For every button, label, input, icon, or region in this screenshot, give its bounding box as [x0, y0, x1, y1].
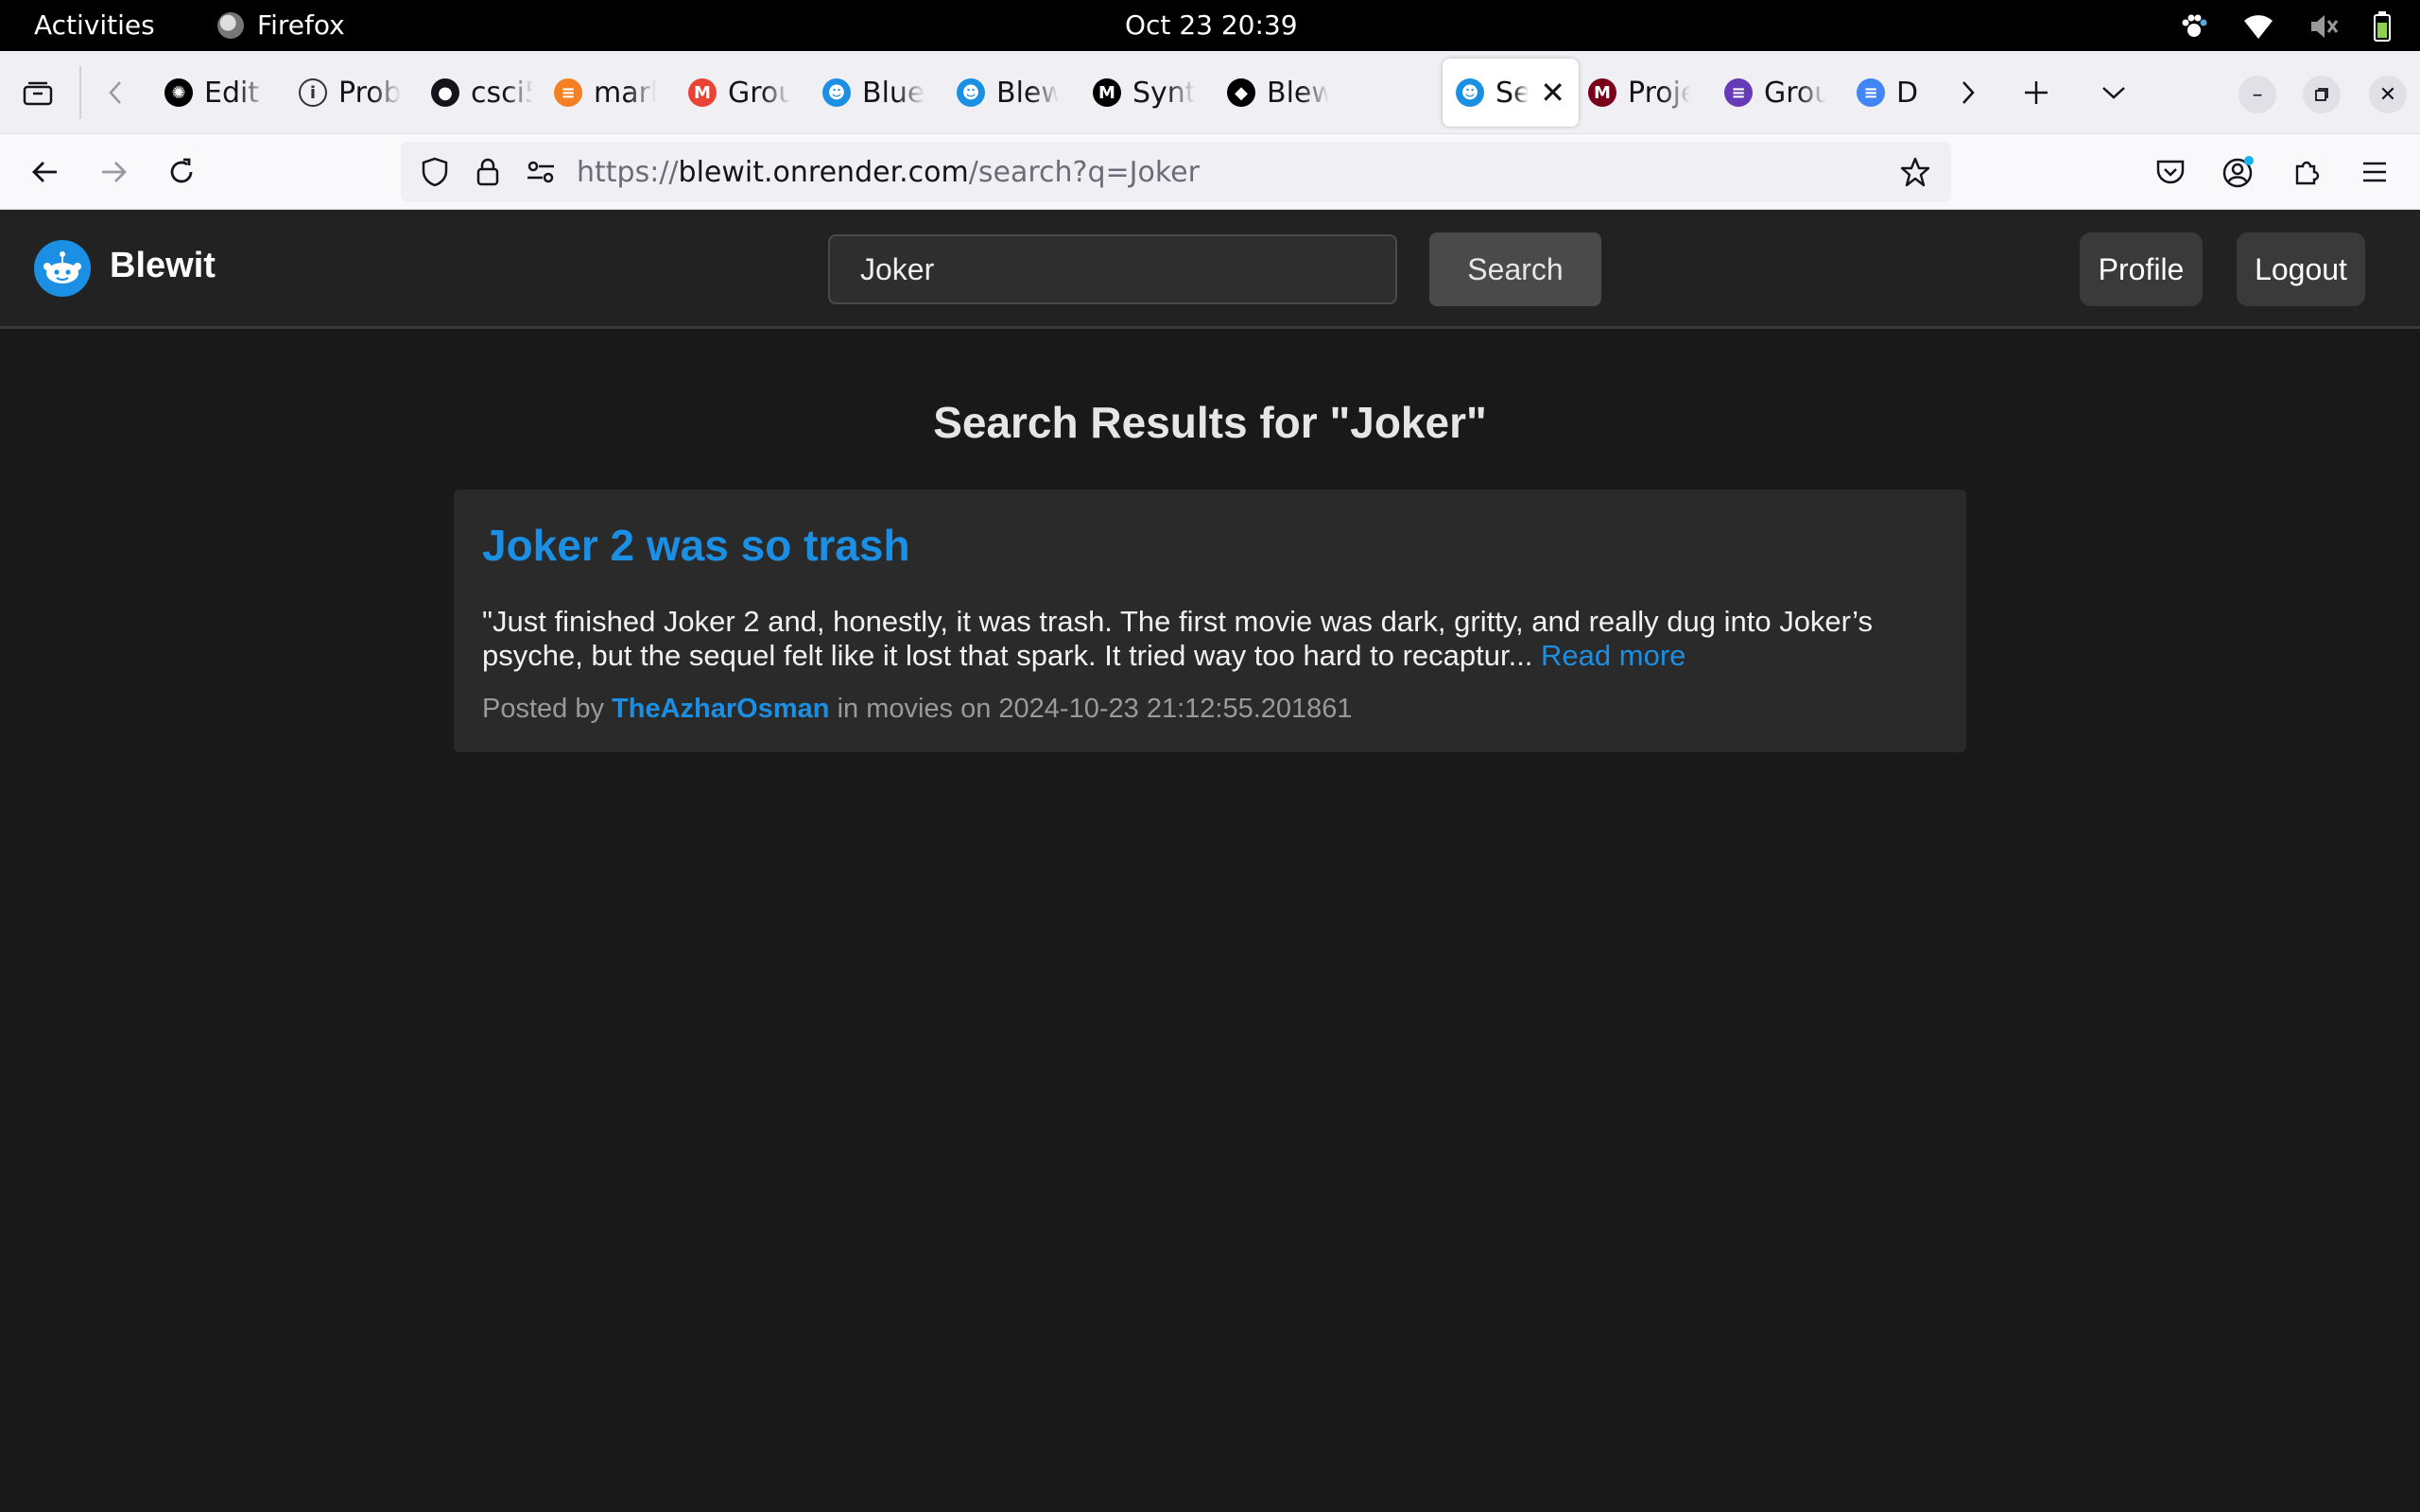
tab-label: Synta [1132, 76, 1195, 110]
render-icon: ◆ [1227, 78, 1255, 107]
m-icon: M [1093, 78, 1121, 107]
url-text[interactable]: https://blewit.onrender.com/search?q=Jok… [577, 156, 1200, 189]
url-scheme: https:// [577, 155, 679, 189]
minimize-icon[interactable]: – [2238, 76, 2276, 113]
gmail-icon: M [688, 78, 717, 107]
tab-strip: ✺ Edit I i Prob ● csci5 ≡ mark M Grou ☻ Bluei ☻ Blew M… [0, 51, 2420, 134]
tab[interactable]: M Proje [1575, 59, 1703, 127]
paw-icon [2182, 14, 2207, 37]
close-window-icon[interactable]: ✕ [2369, 76, 2407, 113]
tab[interactable]: ≡ Grou [1711, 59, 1840, 127]
tab[interactable]: ✺ Edit I [151, 59, 280, 127]
tab-label: Bluei [862, 76, 925, 110]
search-input[interactable] [828, 234, 1397, 304]
logout-button[interactable]: Logout [2237, 232, 2365, 306]
read-more-link[interactable]: Read more [1541, 639, 1685, 672]
profile-button[interactable]: Profile [2080, 232, 2203, 306]
permissions-icon[interactable] [514, 146, 567, 198]
account-icon[interactable] [2216, 149, 2261, 195]
tab-separator [79, 66, 81, 119]
search-button[interactable]: Search [1429, 232, 1601, 306]
tab[interactable]: ☻ Bluei [809, 59, 938, 127]
url-host: blewit.onrender.com [678, 155, 969, 189]
post-community-date: in movies on 2024-10-23 21:12:55.201861 [837, 694, 1353, 724]
lock-icon[interactable] [461, 146, 514, 198]
tab[interactable]: M Synta [1080, 59, 1208, 127]
tab-label: Prob [338, 76, 401, 110]
scroll-tabs-left-icon[interactable] [93, 70, 138, 115]
wifi-icon [2244, 15, 2273, 39]
github-icon: ● [431, 78, 459, 107]
activities-button[interactable]: Activities [34, 9, 155, 41]
umn-icon: M [1588, 78, 1616, 107]
reddit-icon: ☻ [1456, 78, 1484, 107]
tab[interactable]: ≡ mark [541, 59, 669, 127]
stackoverflow-icon: ≡ [554, 78, 582, 107]
forms-icon: ≡ [1724, 78, 1753, 107]
post-title-link[interactable]: Joker 2 was so trash [482, 520, 1938, 571]
post-card: Joker 2 was so trash "Just finished Joke… [454, 490, 1966, 752]
bookmark-star-icon[interactable] [1889, 146, 1942, 198]
tracking-protection-icon[interactable] [408, 146, 461, 198]
tab-label: Blew [996, 76, 1059, 110]
back-icon[interactable] [23, 149, 68, 195]
tab[interactable]: ◆ Blew [1214, 59, 1342, 127]
tab-label: Blew [1267, 76, 1329, 110]
scroll-tabs-right-icon[interactable] [1945, 70, 1991, 115]
post-excerpt: "Just finished Joker 2 and, honestly, it… [482, 605, 1938, 673]
new-tab-icon[interactable] [2014, 70, 2059, 115]
tab[interactable]: ☻ Blew [943, 59, 1072, 127]
firefox-view-icon[interactable] [15, 70, 60, 115]
site-title[interactable]: Blewit [110, 246, 216, 286]
battery-icon [2374, 11, 2391, 42]
firefox-icon [217, 11, 244, 39]
blewit-logo-icon[interactable] [34, 240, 91, 297]
system-tray[interactable] [2180, 11, 2392, 42]
post-meta: Posted by TheAzharOsman in movies on 202… [482, 694, 1938, 725]
tab-label: mark [594, 76, 656, 110]
system-top-bar: Activities Firefox Oct 23 20:39 [0, 0, 2420, 51]
info-icon: i [299, 78, 327, 107]
tab-label: Proje [1628, 76, 1690, 110]
tab-label: csci5 [471, 76, 533, 110]
tab[interactable]: ☻ Se ✕ [1443, 59, 1579, 127]
tab-label: Grou [728, 76, 790, 110]
clock[interactable]: Oct 23 20:39 [1125, 9, 1298, 41]
maximize-icon[interactable] [2303, 76, 2341, 113]
openai-icon: ✺ [164, 78, 193, 107]
extensions-icon[interactable] [2284, 149, 2329, 195]
page-title: Search Results for "Joker" [933, 398, 1487, 447]
navigation-toolbar: https://blewit.onrender.com/search?q=Jok… [0, 134, 2420, 210]
app-name: Firefox [257, 9, 345, 41]
close-tab-icon[interactable]: ✕ [1540, 75, 1565, 111]
volume-muted-icon [2311, 15, 2339, 38]
author-link[interactable]: TheAzharOsman [612, 694, 829, 724]
tab[interactable]: ● csci5 [418, 59, 546, 127]
posted-by-label: Posted by [482, 694, 604, 724]
site-header: Blewit Search Profile Logout [0, 210, 2420, 329]
tab[interactable]: i Prob [285, 59, 414, 127]
tab-label: Se [1495, 76, 1530, 110]
tab-label: Edit I [204, 76, 267, 110]
tab-label: Grou [1764, 76, 1826, 110]
reddit-icon: ☻ [957, 78, 985, 107]
tab[interactable]: M Grou [675, 59, 804, 127]
app-menu[interactable]: Firefox [217, 9, 345, 41]
url-bar[interactable]: https://blewit.onrender.com/search?q=Jok… [401, 142, 1951, 202]
url-path: /search?q=Joker [968, 155, 1200, 189]
reddit-icon: ☻ [822, 78, 851, 107]
reload-icon[interactable] [159, 149, 204, 195]
docs-icon: ≡ [1857, 78, 1885, 107]
list-all-tabs-icon[interactable] [2091, 70, 2136, 115]
forward-icon[interactable] [91, 149, 136, 195]
hamburger-menu-icon[interactable] [2352, 149, 2397, 195]
pocket-icon[interactable] [2148, 149, 2193, 195]
